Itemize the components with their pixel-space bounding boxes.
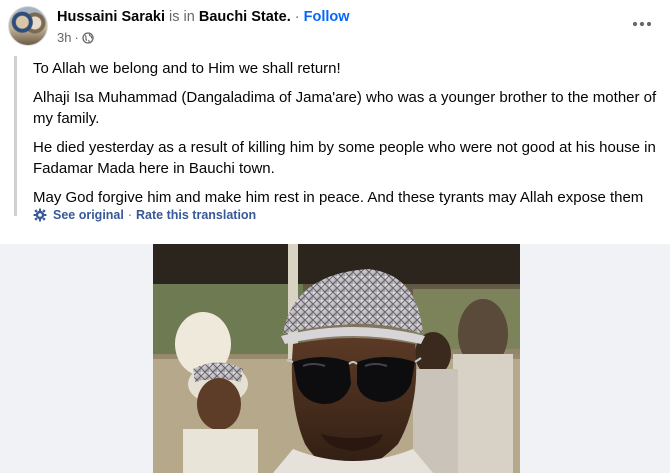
translation-separator: · (127, 208, 133, 222)
paragraph-4: May God forgive him and make him rest in… (33, 189, 644, 206)
paragraph-1: To Allah we belong and to Him we shall r… (33, 60, 341, 77)
translation-controls: See original · Rate this translation (33, 208, 256, 222)
gear-icon[interactable] (33, 208, 47, 222)
header-line: Hussaini Saraki is in Bauchi State. · Fo… (57, 9, 350, 25)
more-options-button[interactable] (630, 12, 654, 36)
post-timestamp[interactable]: 3h (57, 30, 71, 45)
location-link[interactable]: Bauchi State. (199, 9, 291, 25)
rate-translation-link[interactable]: Rate this translation (136, 208, 256, 222)
globe-icon[interactable] (82, 31, 94, 44)
post-media (0, 244, 670, 473)
post-card: Hussaini Saraki is in Bauchi State. · Fo… (0, 0, 670, 473)
post-photo[interactable] (153, 244, 520, 473)
more-horizontal-icon (632, 21, 652, 27)
header-separator: · (294, 9, 300, 25)
paragraph-3: He died yesterday as a result of killing… (33, 139, 656, 177)
translated-text: To Allah we belong and to Him we shall r… (14, 56, 664, 222)
post-photo-image (153, 244, 520, 473)
meta-separator: · (74, 30, 79, 45)
is-in-text: is in (169, 9, 195, 25)
post-header: Hussaini Saraki is in Bauchi State. · Fo… (0, 0, 670, 50)
post-meta: 3h · (57, 30, 94, 45)
follow-button[interactable]: Follow (304, 9, 350, 25)
see-original-link[interactable]: See original (53, 208, 124, 222)
paragraph-2: Alhaji Isa Muhammad (Dangaladima of Jama… (33, 89, 657, 127)
author-name[interactable]: Hussaini Saraki (57, 9, 165, 25)
author-avatar[interactable] (8, 6, 48, 46)
